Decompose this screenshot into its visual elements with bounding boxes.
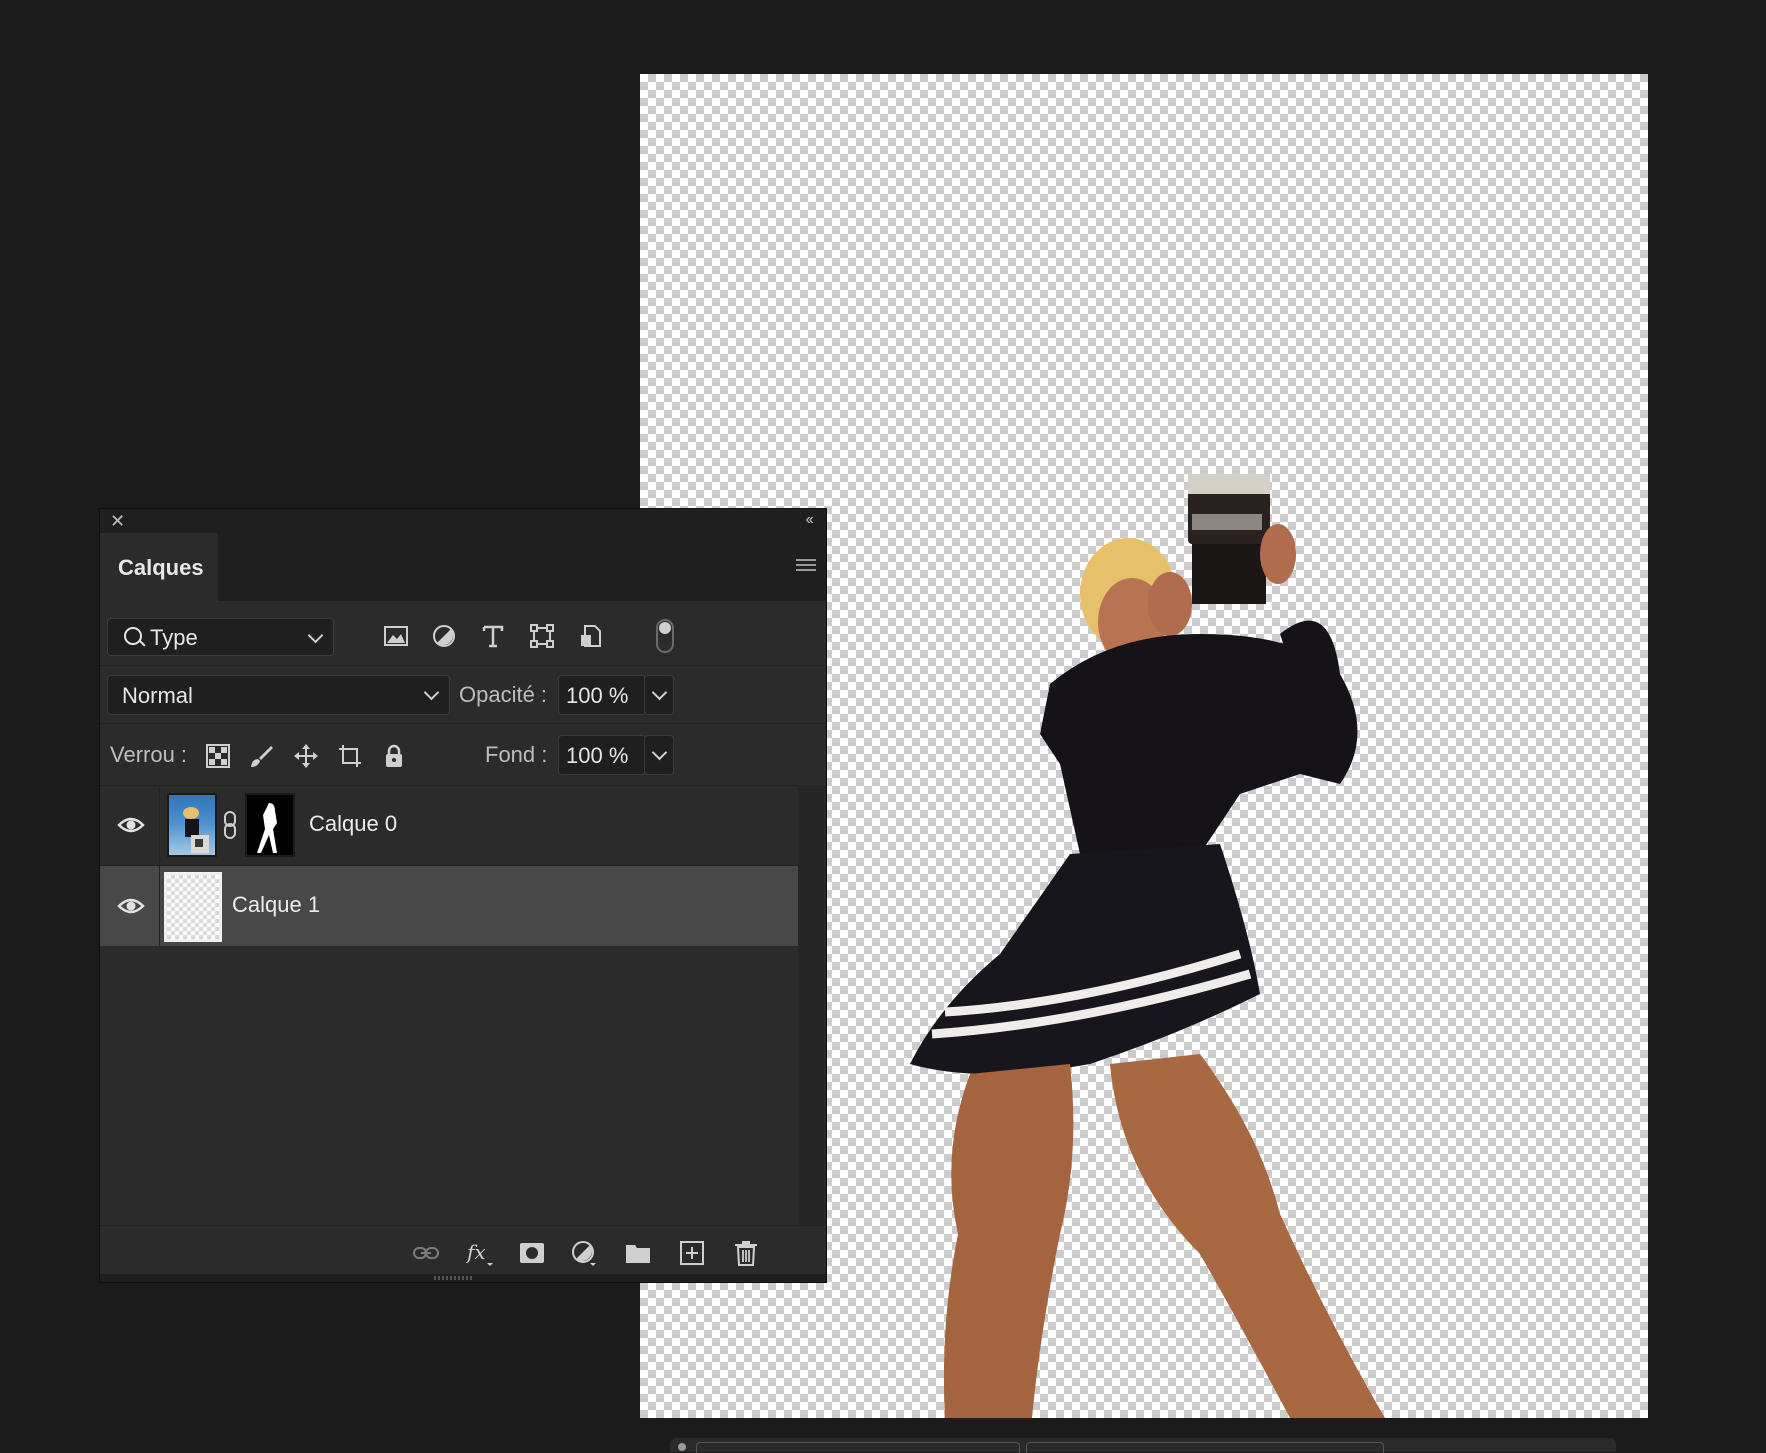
right-leg-shape bbox=[1110, 1054, 1385, 1418]
blend-row: Normal Opacité : 100 % bbox=[100, 665, 826, 724]
layer-row-calque-1[interactable]: Calque 1 bbox=[100, 866, 798, 946]
layer-name[interactable]: Calque 1 bbox=[232, 892, 320, 918]
layer-thumbnail[interactable] bbox=[164, 872, 222, 942]
new-layer-icon[interactable] bbox=[678, 1239, 706, 1267]
fill-input[interactable]: 100 % bbox=[558, 735, 646, 775]
blend-mode-select[interactable]: Normal bbox=[107, 675, 450, 715]
smart-object-filter-icon[interactable] bbox=[578, 623, 604, 649]
panel-footer-toolbar: fx bbox=[100, 1225, 826, 1280]
chevron-down-icon bbox=[423, 684, 440, 701]
lock-label: Verrou : bbox=[110, 742, 188, 767]
pixel-layer-filter-icon[interactable] bbox=[383, 623, 409, 649]
lock-transparent-pixels-icon[interactable] bbox=[205, 743, 231, 769]
link-layers-icon[interactable] bbox=[412, 1239, 440, 1267]
filter-toggle-switch[interactable] bbox=[656, 619, 674, 653]
type-layer-filter-icon[interactable] bbox=[480, 623, 506, 649]
close-icon[interactable]: ✕ bbox=[110, 510, 125, 532]
panel-tab-row: Calques bbox=[100, 533, 826, 601]
fx-icon[interactable]: fx bbox=[466, 1239, 494, 1267]
layers-scrollbar[interactable] bbox=[798, 785, 826, 1225]
visibility-eye-icon[interactable] bbox=[117, 813, 145, 837]
visibility-eye-icon[interactable] bbox=[117, 894, 145, 918]
filter-kind-select[interactable]: Type bbox=[107, 618, 334, 656]
opacity-value: 100 % bbox=[566, 683, 629, 708]
layer-thumbnail[interactable] bbox=[167, 793, 217, 857]
panel-resize-grip[interactable] bbox=[100, 1274, 826, 1282]
panel-menu-icon[interactable] bbox=[796, 559, 816, 573]
lock-image-pixels-brush-icon[interactable] bbox=[248, 743, 274, 769]
mask-link-chain-icon[interactable] bbox=[222, 809, 238, 841]
fill-dropdown-button[interactable] bbox=[644, 735, 674, 775]
lock-all-icon[interactable] bbox=[381, 743, 407, 769]
adjustment-layer-filter-icon[interactable] bbox=[431, 623, 457, 649]
canvas-horizontal-scrollbar[interactable] bbox=[670, 1438, 1616, 1453]
tab-layers[interactable]: Calques bbox=[100, 533, 218, 601]
fill-label: Fond : bbox=[485, 742, 548, 767]
layer-name[interactable]: Calque 0 bbox=[309, 811, 397, 837]
search-icon bbox=[124, 627, 142, 645]
chevron-down-icon bbox=[651, 744, 668, 761]
opacity-input[interactable]: 100 % bbox=[558, 675, 646, 715]
collapse-panel-icon[interactable]: ‹‹ bbox=[805, 509, 814, 531]
layers-panel: ✕ ‹‹ Calques Type Normal Opacité: 100 %… bbox=[99, 508, 827, 1283]
add-mask-icon[interactable] bbox=[518, 1239, 546, 1267]
layers-list: Calque 0 Calque 1 bbox=[100, 785, 798, 1225]
shape-layer-filter-icon[interactable] bbox=[529, 623, 555, 649]
panel-titlebar[interactable]: ✕ ‹‹ bbox=[100, 509, 826, 533]
fill-value: 100 % bbox=[566, 743, 629, 768]
chevron-down-icon bbox=[651, 684, 668, 701]
layer-mask-thumbnail[interactable] bbox=[245, 793, 295, 857]
layer-filter-row: Type bbox=[100, 601, 826, 666]
layer-row-calque-0[interactable]: Calque 0 bbox=[100, 785, 798, 866]
adjustment-layer-icon[interactable] bbox=[570, 1239, 598, 1267]
trash-icon[interactable] bbox=[732, 1239, 760, 1267]
group-folder-icon[interactable] bbox=[624, 1239, 652, 1267]
left-leg-shape bbox=[943, 1064, 1074, 1418]
blend-mode-value: Normal bbox=[122, 683, 193, 708]
chevron-down-icon bbox=[307, 627, 324, 644]
lock-artboard-icon[interactable] bbox=[337, 743, 363, 769]
lock-position-move-icon[interactable] bbox=[293, 743, 319, 769]
svg-text:fx: fx bbox=[466, 1240, 486, 1264]
filter-kind-label: Type bbox=[150, 625, 198, 650]
lock-row: Verrou : Fond : 100 % bbox=[100, 723, 826, 786]
opacity-label: Opacité : bbox=[459, 682, 548, 707]
skirt-shape bbox=[910, 844, 1260, 1074]
opacity-dropdown-button[interactable] bbox=[644, 675, 674, 715]
